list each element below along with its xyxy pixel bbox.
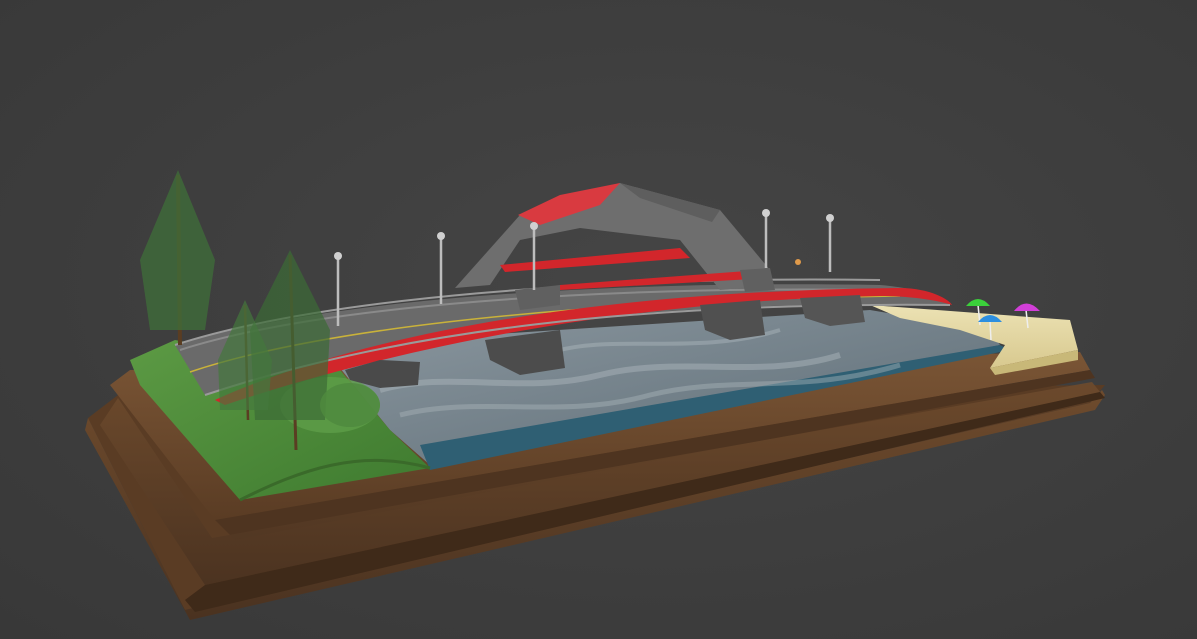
scene-render [85,170,1105,620]
3d-viewport[interactable] [0,0,1197,639]
